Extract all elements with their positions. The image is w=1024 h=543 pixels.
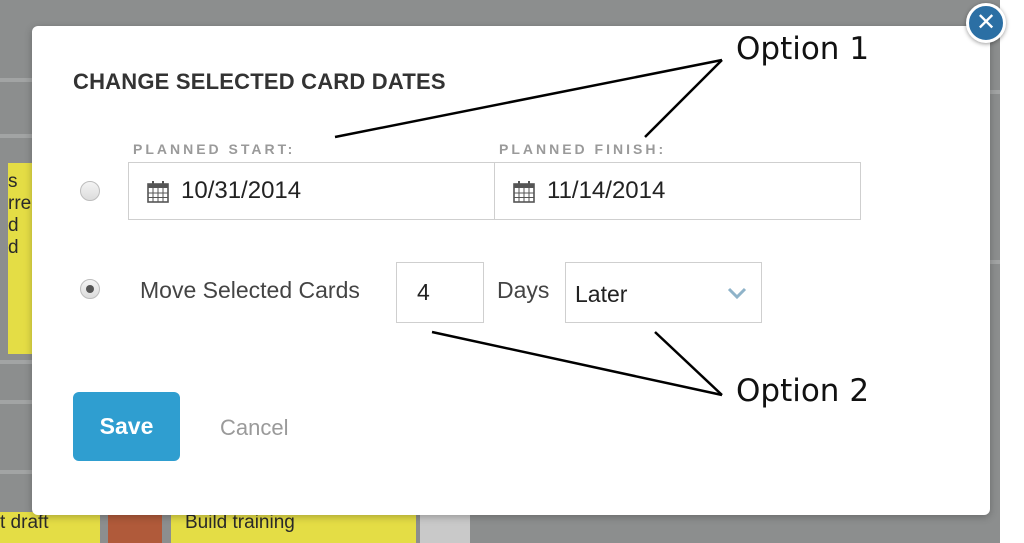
annotation-line bbox=[654, 331, 723, 396]
annotation-option-2: Option 2 bbox=[736, 373, 870, 409]
annotation-line bbox=[644, 59, 723, 138]
annotation-line bbox=[431, 330, 723, 397]
annotation-lines bbox=[334, 58, 723, 397]
annotation-option-1: Option 1 bbox=[736, 31, 870, 67]
annotation-line bbox=[334, 58, 723, 139]
